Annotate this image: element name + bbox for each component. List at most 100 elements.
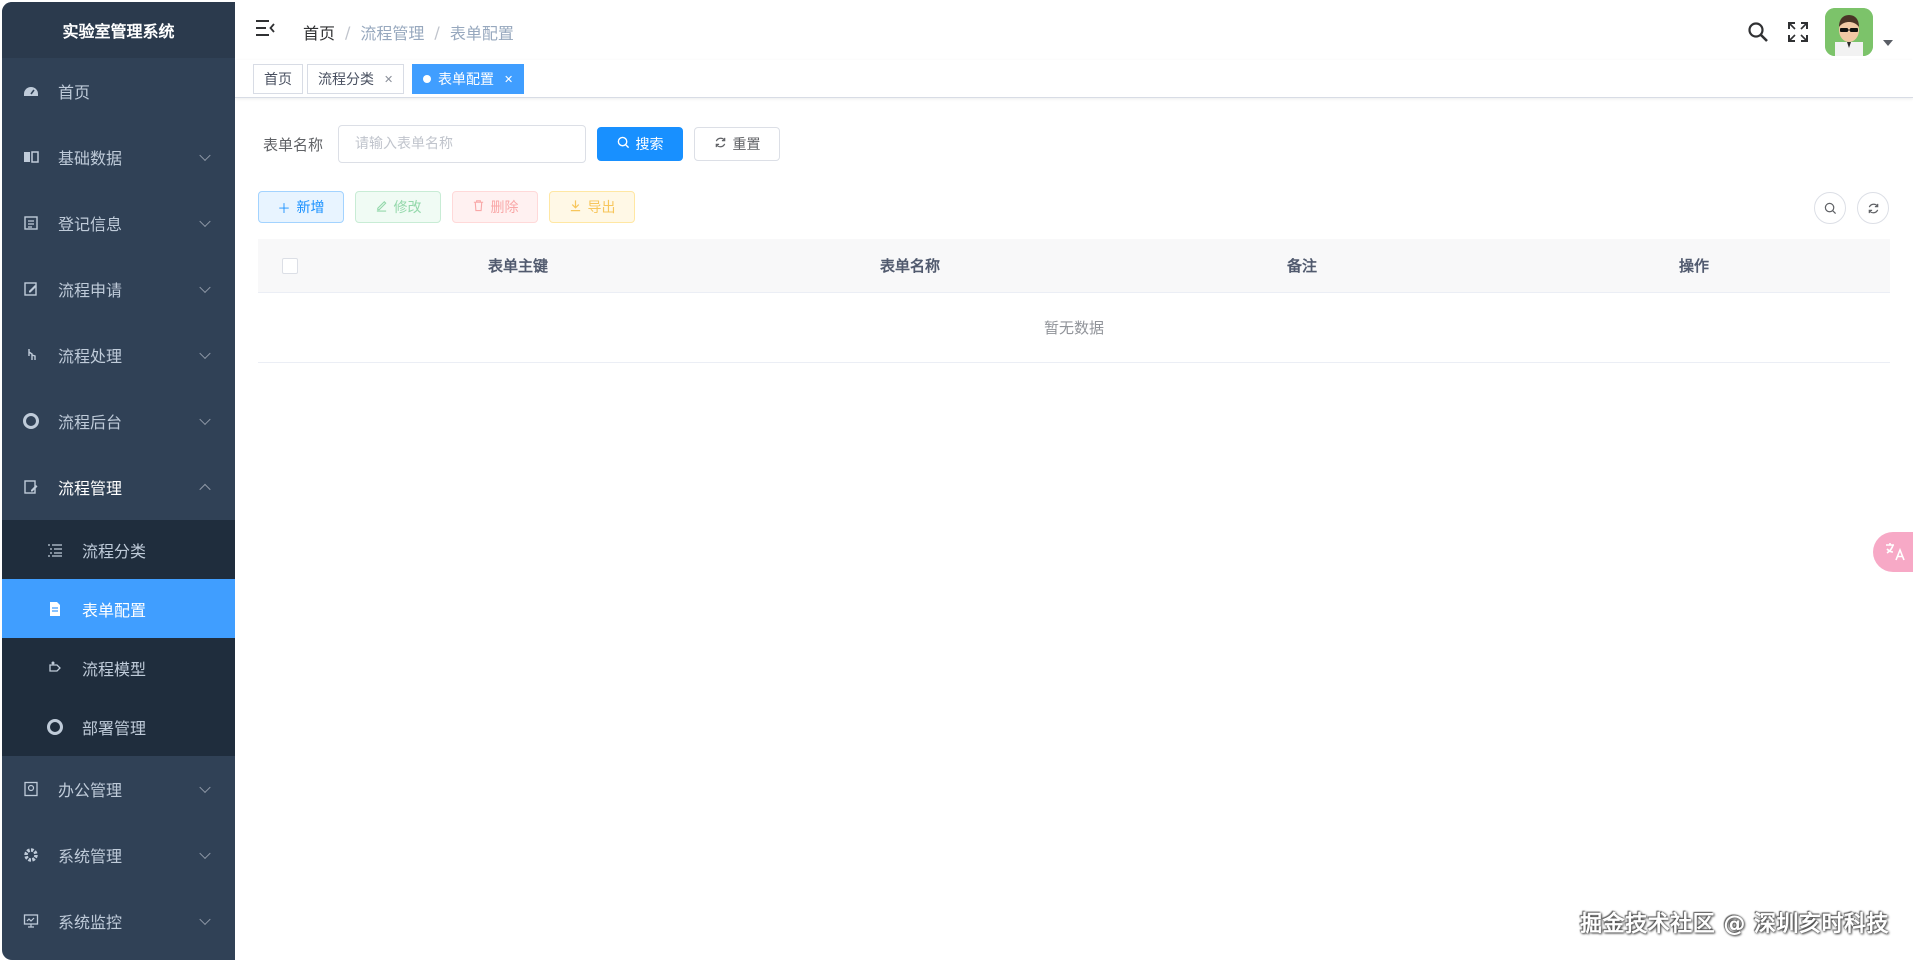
active-dot-icon (423, 75, 431, 83)
chevron-down-icon (199, 847, 211, 860)
lifebuoy-icon (46, 718, 64, 736)
breadcrumb-item: 表单配置 (449, 24, 514, 43)
translate-float-button[interactable] (1873, 532, 1913, 572)
data-table: 表单主键 表单名称 备注 操作 暂无数据 (258, 239, 1890, 363)
sidebar-item-deploy-management[interactable]: 部署管理 (2, 697, 235, 756)
chevron-down-icon[interactable] (1883, 40, 1893, 46)
submenu: 流程分类 表单配置 流程模型 部署管理 (2, 520, 235, 756)
hand-icon (22, 346, 40, 364)
sidebar-item-process-model[interactable]: 流程模型 (2, 638, 235, 697)
sidebar-item-form-config[interactable]: 表单配置 (2, 579, 235, 638)
watermark: 掘金技术社区 @ 深圳亥时科技 (1580, 912, 1889, 937)
chevron-down-icon (199, 781, 211, 794)
app-title: 实验室管理系统 (2, 2, 235, 58)
model-icon (46, 659, 64, 677)
search-icon (617, 136, 630, 153)
main-content: 表单名称 搜索 重置 ＋ 新增 修改 删 (235, 98, 1913, 960)
tag-label: 首页 (264, 72, 292, 88)
refresh-icon (714, 136, 727, 153)
fullscreen-icon[interactable] (1785, 19, 1811, 45)
sidebar-item-label: 系统管理 (58, 847, 123, 866)
download-icon (569, 199, 582, 216)
navbar: 首页 / 流程管理 / 表单配置 (235, 0, 1913, 60)
refresh-button[interactable] (1857, 192, 1889, 224)
reset-button-label: 重置 (732, 137, 761, 153)
tag-home[interactable]: 首页 (253, 64, 303, 94)
breadcrumb-separator: / (345, 22, 351, 42)
hamburger-icon[interactable] (255, 18, 275, 38)
chevron-down-icon (199, 413, 211, 426)
chevron-down-icon (199, 149, 211, 162)
add-button[interactable]: ＋ 新增 (258, 191, 344, 223)
column-header: 表单名称 (879, 257, 940, 275)
table-header: 表单主键 表单名称 备注 操作 (258, 239, 1890, 293)
document-icon (46, 600, 64, 618)
sidebar-item-office-management[interactable]: 办公管理 (2, 756, 235, 822)
sidebar-item-label: 流程模型 (82, 659, 147, 679)
chevron-down-icon (199, 281, 211, 294)
table-empty-text: 暂无数据 (258, 293, 1890, 363)
reset-button[interactable]: 重置 (694, 127, 780, 161)
sidebar-item-label: 表单配置 (82, 600, 147, 620)
delete-button[interactable]: 删除 (452, 191, 538, 223)
edit-icon (22, 280, 40, 298)
lifebuoy-icon (22, 412, 40, 430)
search-icon[interactable] (1745, 19, 1771, 45)
select-all-checkbox[interactable] (282, 257, 298, 274)
sidebar-item-register-info[interactable]: 登记信息 (2, 190, 235, 256)
sidebar-item-label: 基础数据 (58, 149, 123, 168)
monitor-icon (22, 912, 40, 930)
gear-icon (22, 846, 40, 864)
header-tools (1745, 8, 1893, 56)
sidebar-item-process-category[interactable]: 流程分类 (2, 520, 235, 579)
tag-process-category[interactable]: 流程分类 ✕ (307, 64, 405, 94)
sidebar-item-home[interactable]: 首页 (2, 58, 235, 124)
refresh-icon (1868, 203, 1878, 213)
avatar[interactable] (1825, 8, 1873, 56)
breadcrumb-item: 流程管理 (360, 24, 425, 43)
search-icon (1824, 202, 1836, 214)
tags-view: 首页 流程分类 ✕ 表单配置 ✕ (235, 60, 1913, 98)
column-header: 表单主键 (487, 257, 548, 275)
sidebar-item-label: 流程后台 (58, 413, 123, 432)
form-name-label: 表单名称 (263, 136, 324, 154)
sidebar-item-label: 办公管理 (58, 781, 123, 800)
sidebar-item-label: 流程管理 (58, 479, 123, 498)
sidebar-item-process-backend[interactable]: 流程后台 (2, 388, 235, 454)
close-icon[interactable]: ✕ (504, 73, 513, 86)
translate-icon (1886, 543, 1905, 561)
edit-icon (375, 199, 388, 216)
book-icon (22, 148, 40, 166)
delete-button-label: 删除 (490, 200, 519, 216)
column-header: 操作 (1678, 257, 1709, 275)
edit-button[interactable]: 修改 (355, 191, 441, 223)
search-button-label: 搜索 (635, 137, 664, 153)
sidebar-item-basic-data[interactable]: 基础数据 (2, 124, 235, 190)
search-button[interactable]: 搜索 (597, 127, 683, 161)
sidebar-item-process-handle[interactable]: 流程处理 (2, 322, 235, 388)
column-header: 备注 (1286, 257, 1317, 275)
sidebar-item-system-monitor[interactable]: 系统监控 (2, 888, 235, 954)
export-button[interactable]: 导出 (549, 191, 635, 223)
tag-form-config[interactable]: 表单配置 ✕ (412, 64, 525, 94)
sidebar-item-process-management[interactable]: 流程管理 (2, 454, 235, 520)
form-name-input[interactable] (338, 125, 586, 163)
sidebar: 实验室管理系统 首页 基础数据 登记信息 流程申请 流程处理 流程后台 流程管理… (2, 2, 235, 960)
list-icon (46, 541, 64, 559)
form-edit-icon (22, 478, 40, 496)
sidebar-item-process-apply[interactable]: 流程申请 (2, 256, 235, 322)
toggle-search-button[interactable] (1814, 192, 1846, 224)
plus-icon: ＋ (277, 201, 291, 217)
sidebar-item-label: 流程申请 (58, 281, 123, 300)
sidebar-item-label: 首页 (58, 83, 91, 102)
trash-icon (472, 199, 485, 216)
tag-label: 流程分类 (318, 72, 374, 88)
chevron-up-icon (199, 483, 211, 496)
sidebar-item-system-management[interactable]: 系统管理 (2, 822, 235, 888)
breadcrumb-item[interactable]: 首页 (303, 20, 335, 44)
sidebar-item-label: 登记信息 (58, 215, 123, 234)
add-button-label: 新增 (296, 200, 325, 216)
close-icon[interactable]: ✕ (384, 73, 393, 86)
sidebar-item-label: 流程处理 (58, 347, 123, 366)
dashboard-icon (22, 82, 40, 100)
